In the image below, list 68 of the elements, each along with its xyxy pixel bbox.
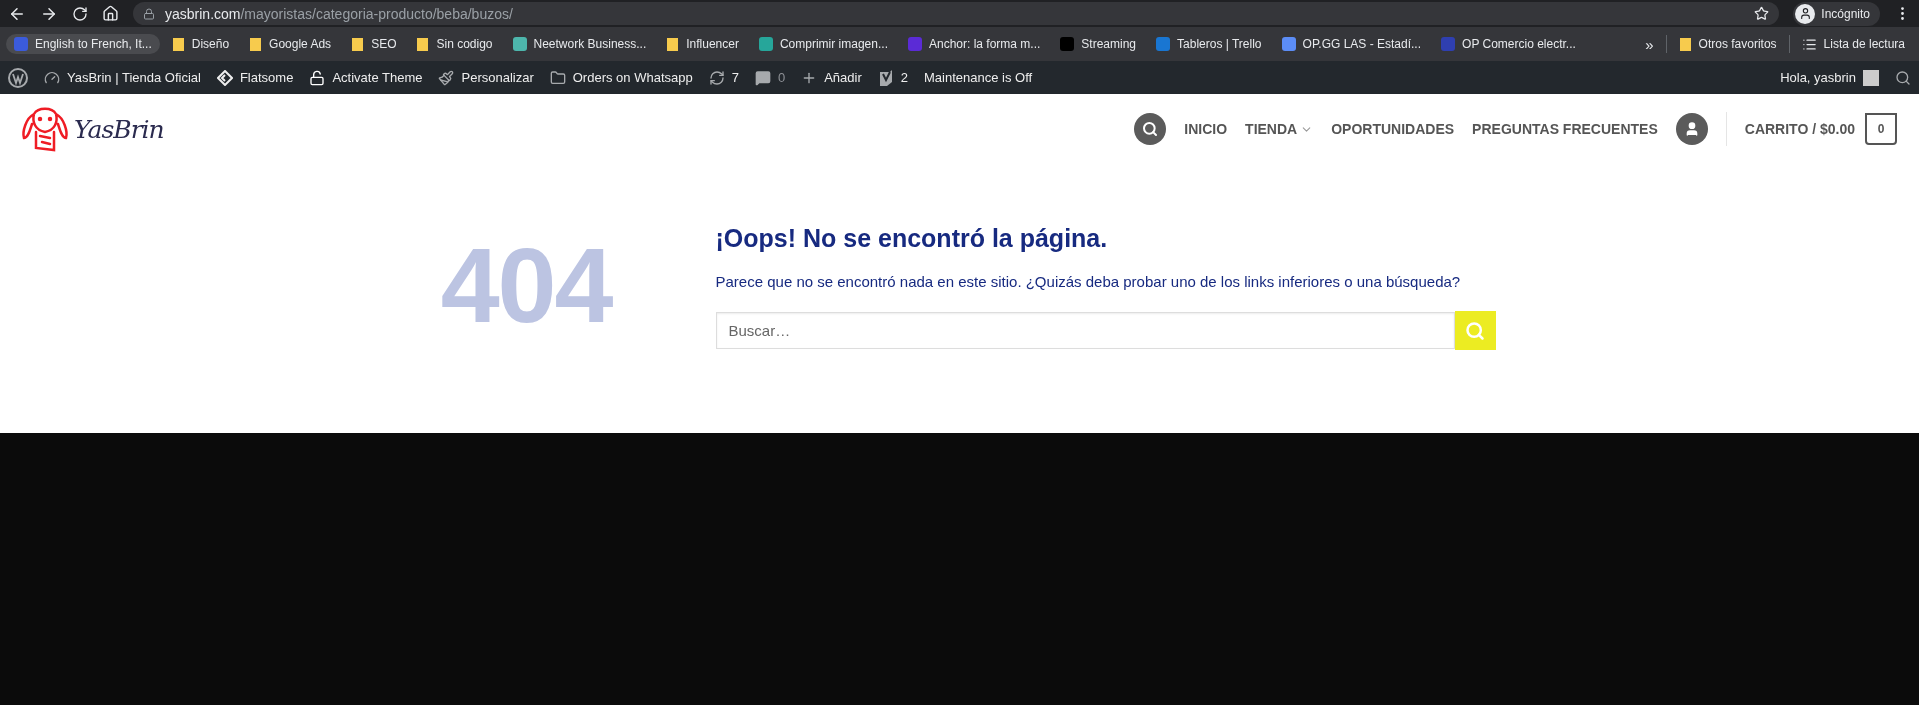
bookmark[interactable]: SEO [343, 33, 405, 55]
address-bar[interactable]: yasbrin.com/mayoristas/categoria-producto/beba/buzos/ [133, 2, 1780, 25]
error-title: ¡Oops! No se encontró la página. [715, 224, 1109, 253]
bookmark[interactable]: Otros favoritos [1670, 33, 1785, 55]
bookmark[interactable]: Lista de lectura [1793, 33, 1913, 55]
cart-count[interactable]: 0 [1865, 113, 1897, 145]
lock-icon [309, 69, 326, 86]
bookmark[interactable]: OP.GG LAS - Estadí... [1273, 34, 1430, 54]
search-icon[interactable] [1134, 113, 1167, 145]
reload-icon[interactable] [72, 5, 88, 22]
bookmark[interactable]: Google Ads [241, 33, 340, 55]
wordpress-logo-icon [8, 67, 28, 88]
folder-icon [249, 36, 263, 52]
admin-bar-item[interactable]: 7 [708, 69, 739, 86]
brush-icon [438, 69, 455, 86]
avatar-icon [1863, 69, 1879, 86]
flatsome-logo-icon [216, 69, 233, 86]
bookmark[interactable]: Comprimir imagen... [750, 34, 896, 54]
admin-bar-item[interactable]: Activate Theme [309, 69, 423, 86]
home-icon[interactable] [102, 5, 119, 22]
admin-bar-item[interactable]: 2 [877, 68, 908, 87]
error-code: 404 [439, 232, 612, 346]
bookmark[interactable]: Sin codigo [408, 33, 501, 55]
search-field[interactable]: Buscar… [715, 312, 1455, 349]
account-menu[interactable]: Hola, yasbrin [1780, 69, 1879, 86]
search-icon[interactable] [1895, 69, 1911, 86]
search-icon [1465, 320, 1485, 341]
folder-icon [351, 36, 365, 52]
folder-icon [1678, 36, 1692, 52]
bookmark[interactable]: Neetwork Business... [504, 34, 655, 54]
gauge-icon [44, 69, 60, 86]
admin-bar-item[interactable]: Flatsome [216, 69, 294, 86]
lock-icon [143, 7, 155, 20]
wordpress-menu[interactable] [8, 67, 28, 88]
more-bookmarks[interactable]: » [1637, 35, 1662, 53]
nav-link[interactable]: OPORTUNIDADES [1331, 121, 1455, 137]
admin-bar-item[interactable]: Maintenance is Off [924, 70, 1033, 85]
bookmark[interactable]: Tableros | Trello [1148, 34, 1270, 54]
admin-bar-item[interactable]: Orders on Whatsapp [549, 69, 693, 86]
star-icon[interactable] [1754, 6, 1770, 21]
folder-icon [171, 36, 185, 52]
reading-list-icon [1801, 36, 1817, 52]
incognito-badge[interactable]: Incógnito [1793, 1, 1880, 26]
folder-icon [666, 36, 680, 52]
bookmark[interactable]: OP Comercio electr... [1433, 34, 1584, 54]
nav-link[interactable]: PREGUNTAS FRECUENTES [1472, 121, 1658, 137]
yoast-logo-icon [877, 68, 894, 87]
folder-icon [416, 36, 430, 52]
error-message: Parece que no se encontró nada en este sitio. ¿Quizás deba probar uno de los links inferiores o una búsqueda? [715, 273, 1462, 290]
bookmark[interactable]: Anchor: la forma m... [899, 34, 1049, 54]
refresh-icon [708, 69, 725, 86]
url-text: yasbrin.com/mayoristas/categoria-producto/beba/buzos/ [165, 5, 513, 22]
bookmark[interactable]: English to French, It... [6, 34, 160, 54]
comment-icon [754, 69, 771, 86]
bookmark[interactable]: Influencer [658, 33, 747, 55]
site-logo[interactable]: YasBrin [20, 104, 164, 154]
admin-bar-item[interactable]: Añadir [801, 69, 862, 86]
admin-bar-item[interactable]: YasBrin | Tienda Oficial [44, 69, 201, 86]
cart-link[interactable]: CARRITO / $0.00 [1744, 121, 1855, 137]
nav-link[interactable]: INICIO [1184, 121, 1228, 137]
bookmark[interactable]: Streaming [1052, 34, 1145, 54]
logo-text: YasBrin [74, 114, 164, 144]
bookmark[interactable]: Diseño [163, 33, 238, 55]
user-icon[interactable] [1675, 113, 1708, 145]
nav-link[interactable]: TIENDA [1245, 121, 1314, 137]
folder-icon [549, 69, 566, 86]
incognito-icon [1795, 3, 1816, 24]
admin-bar-item[interactable]: Personalizar [438, 69, 534, 86]
